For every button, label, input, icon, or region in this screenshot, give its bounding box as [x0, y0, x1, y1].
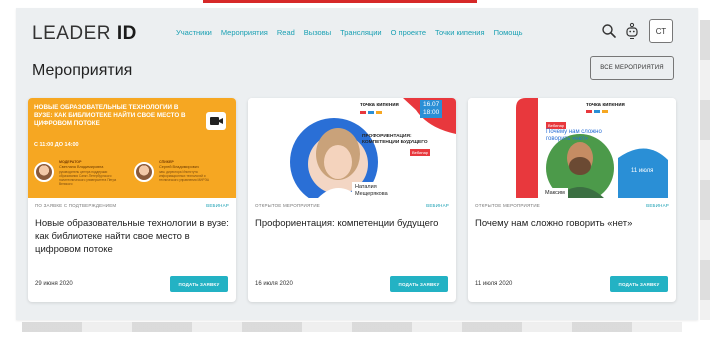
banner-title: ПРОФОРИЕНТАЦИЯ: КОМПЕТЕНЦИИ БУДУЩЕГО	[362, 134, 428, 145]
nav-item-broadcasts[interactable]: Трансляции	[340, 28, 382, 37]
site-header: LEADER ID Участники Мероприятия Read Выз…	[16, 8, 698, 56]
event-format: ВЕБИНАР	[206, 203, 229, 208]
nav-item-participants[interactable]: Участники	[176, 28, 212, 37]
webinar-tag: Вебинар	[410, 149, 431, 156]
webinar-tag: Вебинар	[546, 122, 567, 129]
tochka-kipeniya-dots	[360, 111, 382, 114]
event-format: ВЕБИНАР	[646, 203, 669, 208]
event-date: 16 июля 2020	[255, 281, 293, 287]
event-title[interactable]: Новые образовательные технологии в вузе:…	[35, 217, 229, 256]
event-meta: ПО ЗАЯВКЕ С ПОДТВЕРЖДЕНИЕМ ВЕБИНАР	[35, 203, 229, 211]
event-type: ОТКРЫТОЕ МЕРОПРИЯТИЕ	[475, 203, 541, 208]
event-date: 11 июля 2020	[475, 281, 513, 287]
leader-id-logo[interactable]: LEADER ID	[32, 23, 137, 45]
apply-button[interactable]: ПОДАТЬ ЗАЯВКУ	[610, 276, 668, 292]
banner-title: НОВЫЕ ОБРАЗОВАТЕЛЬНЫЕ ТЕХНОЛОГИИ В ВУЗЕ:…	[34, 104, 186, 128]
banner-decoration	[516, 98, 668, 198]
event-title[interactable]: Почему нам сложно говорить «нет»	[475, 217, 669, 230]
banner-date-box: 11 июля	[628, 166, 657, 176]
banner-title: Почему нам сложно говорить «нет»	[546, 129, 602, 142]
event-card[interactable]: точка кипения Вебинар Почему нам сложно …	[468, 98, 676, 302]
browser-screen: LEADER ID Участники Мероприятия Read Выз…	[16, 8, 698, 320]
event-banner[interactable]: точка кипения 16.07 18:00 ПРОФОРИЕНТАЦИЯ…	[248, 98, 456, 198]
event-type: ОТКРЫТОЕ МЕРОПРИЯТИЕ	[255, 203, 321, 208]
banner-speaker: МОДЕРАТОР Светлана Владимировна руководи…	[34, 160, 126, 186]
apply-button[interactable]: ПОДАТЬ ЗАЯВКУ	[170, 276, 228, 292]
event-banner[interactable]: точка кипения Вебинар Почему нам сложно …	[468, 98, 676, 198]
top-red-bar	[203, 0, 477, 3]
search-icon[interactable]	[601, 23, 617, 39]
main-nav: Участники Мероприятия Read Вызовы Трансл…	[176, 28, 523, 37]
all-events-button[interactable]: ВСЕ МЕРОПРИЯТИЯ	[590, 56, 674, 80]
frame-shadow-bottom	[22, 322, 682, 332]
nav-item-about[interactable]: О проекте	[391, 28, 426, 37]
event-card[interactable]: точка кипения 16.07 18:00 ПРОФОРИЕНТАЦИЯ…	[248, 98, 456, 302]
nav-item-points[interactable]: Точки кипения	[435, 28, 485, 37]
event-meta: ОТКРЫТОЕ МЕРОПРИЯТИЕ ВЕБИНАР	[475, 203, 669, 211]
event-card[interactable]: НОВЫЕ ОБРАЗОВАТЕЛЬНЫЕ ТЕХНОЛОГИИ В ВУЗЕ:…	[28, 98, 236, 302]
video-camera-icon	[206, 112, 226, 130]
speaker-name: Наталия Мещерякова	[352, 182, 408, 198]
nav-item-help[interactable]: Помощь	[494, 28, 523, 37]
banner-time: С 11:00 ДО 14:00	[34, 142, 79, 148]
nav-item-challenges[interactable]: Вызовы	[304, 28, 331, 37]
event-banner[interactable]: НОВЫЕ ОБРАЗОВАТЕЛЬНЫЕ ТЕХНОЛОГИИ В ВУЗЕ:…	[28, 98, 236, 198]
speaker-photo	[134, 162, 154, 182]
tochka-kipeniya-dots	[586, 110, 608, 113]
event-format: ВЕБИНАР	[426, 203, 449, 208]
frame-shadow-right	[700, 20, 710, 320]
banner-speaker: СПИКЕР Сергей Владимирович зам. директор…	[134, 160, 226, 186]
event-type: ПО ЗАЯВКЕ С ПОДТВЕРЖДЕНИЕМ	[35, 203, 117, 208]
banner-date-box: 16.07 18:00	[420, 100, 443, 118]
apply-button[interactable]: ПОДАТЬ ЗАЯВКУ	[390, 276, 448, 292]
speaker-name: Максим	[542, 188, 568, 198]
user-avatar[interactable]: СТ	[649, 19, 673, 43]
page-title: Мероприятия	[32, 62, 133, 79]
tochka-kipeniya-logo: точка кипения	[360, 102, 399, 108]
event-date: 29 июня 2020	[35, 281, 73, 287]
robot-user-icon[interactable]	[624, 22, 640, 40]
tochka-kipeniya-logo: точка кипения	[586, 102, 625, 108]
speaker-photo	[34, 162, 54, 182]
event-title[interactable]: Профориентация: компетенции будущего	[255, 217, 449, 230]
nav-item-read[interactable]: Read	[277, 28, 295, 37]
nav-item-events[interactable]: Мероприятия	[221, 28, 268, 37]
event-meta: ОТКРЫТОЕ МЕРОПРИЯТИЕ ВЕБИНАР	[255, 203, 449, 211]
